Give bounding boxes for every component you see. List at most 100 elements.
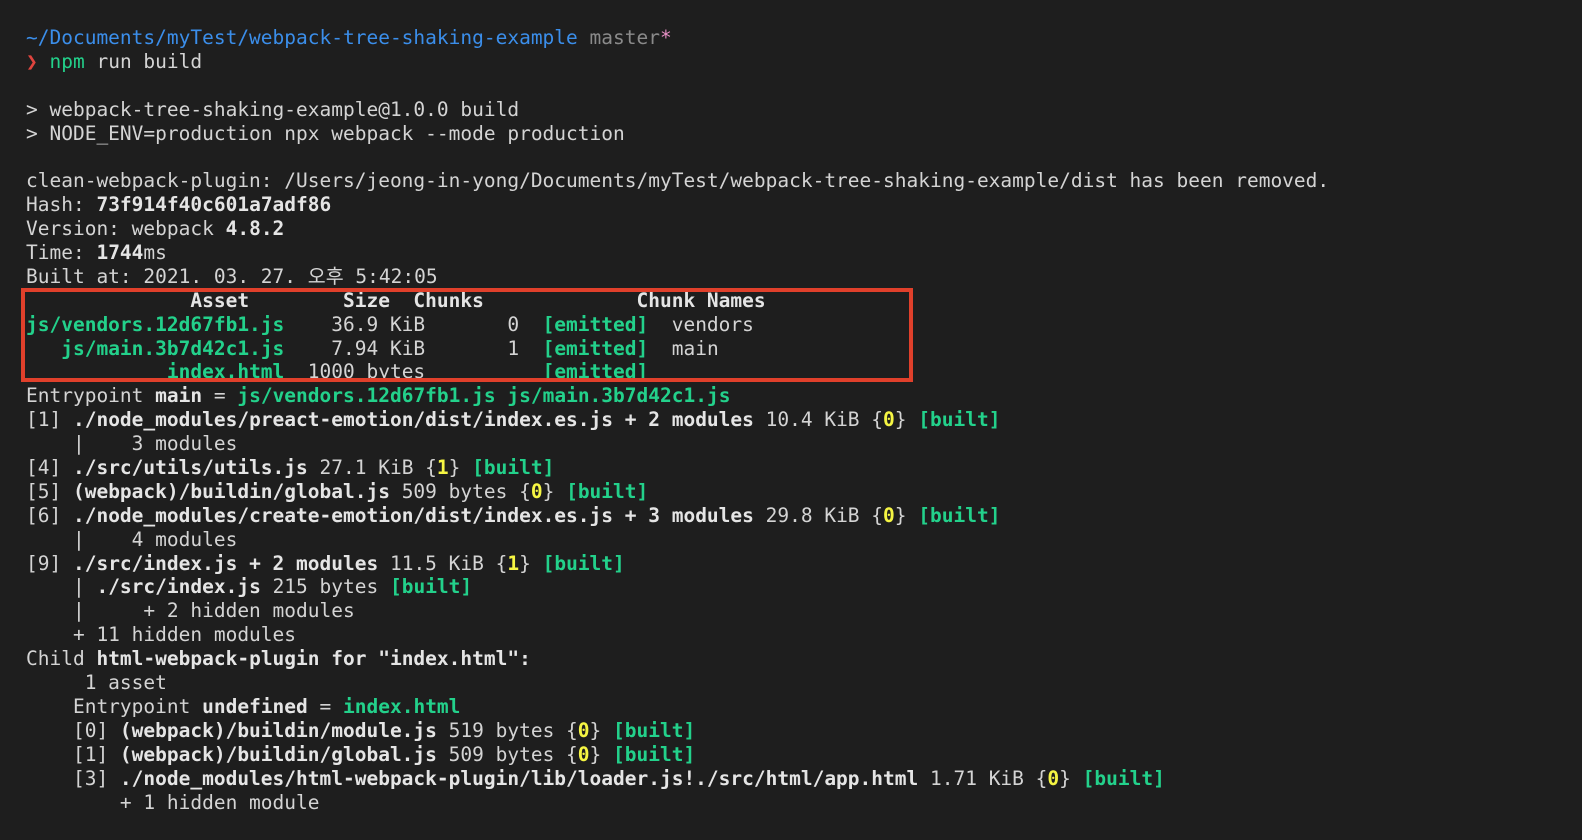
module-id: [3] <box>26 766 120 790</box>
module-id: [5] <box>26 479 73 503</box>
git-dirty-indicator: * <box>659 26 672 49</box>
asset-chunk-name: vendors <box>648 312 754 336</box>
prompt-path: ~/Documents/myTest/webpack-tree-shaking-… <box>26 26 578 49</box>
asset-size-chunk: 1000 bytes <box>284 360 543 384</box>
module-size: 519 bytes { <box>436 718 578 742</box>
module-line: [1] (webpack)/buildin/global.js 509 byte… <box>26 743 1582 767</box>
built-at-line: Built at: 2021. 03. 27. 오후 5:42:05 <box>26 264 438 288</box>
command-name: npm <box>49 49 85 73</box>
module-sub-line: | 4 modules <box>26 527 238 551</box>
module-id: [4] <box>26 456 73 480</box>
child-label: Child <box>26 647 97 671</box>
entrypoint-line: Entrypoint main = js/vendors.12d67fb1.js… <box>26 384 1582 408</box>
terminal-output[interactable]: ~/Documents/myTest/webpack-tree-shaking-… <box>26 26 1582 814</box>
time-value: 1744 <box>96 241 144 265</box>
module-path: (webpack)/buildin/module.js <box>119 718 437 742</box>
child-for: for "index.html": <box>319 647 531 671</box>
module-chunk: 0 <box>883 408 895 432</box>
module-size: 29.8 KiB { <box>753 503 884 527</box>
asset-chunk-name: main <box>648 336 719 360</box>
module-chunk: 0 <box>1047 766 1060 790</box>
module-path: ./src/index.js <box>96 575 261 599</box>
version-value: 4.8.2 <box>225 217 285 241</box>
module-line: [9] ./src/index.js + 2 modules 11.5 KiB … <box>26 552 1582 576</box>
module-id: [1] <box>26 742 120 766</box>
module-chunk-close: } <box>519 551 543 575</box>
module-status: [built] <box>566 479 649 503</box>
module-status: [built] <box>1082 766 1165 790</box>
version-line: Version: webpack 4.8.2 <box>26 217 1582 241</box>
child-entry-eq: = <box>307 694 344 718</box>
child-asset-count: 1 asset <box>26 671 167 695</box>
child-entry-label: Entrypoint <box>26 694 203 718</box>
module-path: ./node_modules/preact-emotion/dist/index… <box>72 408 754 432</box>
hash-value: 73f914f40c601a7adf86 <box>96 193 332 217</box>
prompt-chevron-icon: ❯ <box>26 49 38 73</box>
asset-pad <box>26 337 61 360</box>
module-chunk: 0 <box>577 718 590 742</box>
asset-size-chunk: 36.9 KiB 0 <box>284 312 543 336</box>
module-line: [6] ./node_modules/create-emotion/dist/i… <box>26 504 1582 528</box>
module-sub-line: | + 2 hidden modules <box>26 599 355 623</box>
module-chunk-close: } <box>589 742 614 766</box>
module-line: [4] ./src/utils/utils.js 27.1 KiB {1} [b… <box>26 456 1582 480</box>
time-unit: ms <box>143 241 167 265</box>
child-line: Child html-webpack-plugin for "index.htm… <box>26 647 1582 671</box>
child-entry-name: undefined <box>202 694 308 718</box>
asset-status: [emitted] <box>542 336 649 360</box>
hash-label: Hash: <box>26 193 97 217</box>
asset-name: index.html <box>166 360 285 384</box>
asset-table-header: Asset Size Chunks Chunk Names <box>26 288 766 312</box>
module-path: ./node_modules/create-emotion/dist/index… <box>72 503 754 527</box>
module-path: (webpack)/buildin/global.js <box>72 479 390 503</box>
asset-size-chunk: 7.94 KiB 1 <box>284 336 543 360</box>
child-entry-file: index.html <box>343 694 461 718</box>
module-chunk-close: } <box>894 408 919 432</box>
module-status: [built] <box>918 503 1001 527</box>
asset-status: [emitted] <box>542 360 649 384</box>
entrypoint-eq: = <box>202 384 238 408</box>
hidden-modules-line: + 1 hidden module <box>26 790 320 814</box>
module-id: [1] <box>26 408 73 432</box>
module-size: 10.4 KiB { <box>753 408 884 432</box>
asset-row: index.html 1000 bytes [emitted] <box>26 360 1582 384</box>
module-chunk: 0 <box>530 479 543 503</box>
asset-status: [emitted] <box>542 312 649 336</box>
module-path: ./src/index.js + 2 modules <box>72 551 379 575</box>
module-line: [1] ./node_modules/preact-emotion/dist/i… <box>26 408 1582 432</box>
module-chunk-close: } <box>589 718 614 742</box>
module-id: [9] <box>26 551 73 575</box>
module-id: [0] <box>26 718 120 742</box>
module-status: [built] <box>918 408 1001 432</box>
script-line: > NODE_ENV=production npx webpack --mode… <box>26 121 625 145</box>
git-branch: master <box>589 26 660 49</box>
time-line: Time: 1744ms <box>26 241 1582 265</box>
module-size: 215 bytes <box>260 575 390 599</box>
entrypoint-label: Entrypoint <box>26 384 156 408</box>
module-line: [0] (webpack)/buildin/module.js 519 byte… <box>26 719 1582 743</box>
module-path: ./node_modules/html-webpack-plugin/lib/l… <box>119 766 919 790</box>
module-size: 27.1 KiB { <box>307 456 437 480</box>
entrypoint-file: js/main.3b7d42c1.js <box>507 384 731 408</box>
module-size: 11.5 KiB { <box>378 551 508 575</box>
module-size: 509 bytes { <box>389 479 531 503</box>
module-chunk-close: } <box>894 503 919 527</box>
command-line: ❯ npm run build <box>26 50 1582 74</box>
module-line: [3] ./node_modules/html-webpack-plugin/l… <box>26 767 1582 791</box>
module-path: (webpack)/buildin/global.js <box>119 742 437 766</box>
child-name: html-webpack-plugin <box>96 647 320 671</box>
module-status: [built] <box>613 718 696 742</box>
module-sub-line: | 3 modules <box>26 432 238 456</box>
entrypoint-file: js/vendors.12d67fb1.js <box>237 384 496 408</box>
module-size: 1.71 KiB { <box>918 766 1048 790</box>
module-status: [built] <box>542 551 625 575</box>
module-sub-prefix: | <box>26 575 97 599</box>
module-path: ./src/utils/utils.js <box>72 456 308 480</box>
module-id: [6] <box>26 503 73 527</box>
module-chunk-close: } <box>542 479 567 503</box>
module-chunk: 1 <box>507 551 520 575</box>
module-status: [built] <box>389 575 473 599</box>
module-chunk-close: } <box>1059 766 1083 790</box>
